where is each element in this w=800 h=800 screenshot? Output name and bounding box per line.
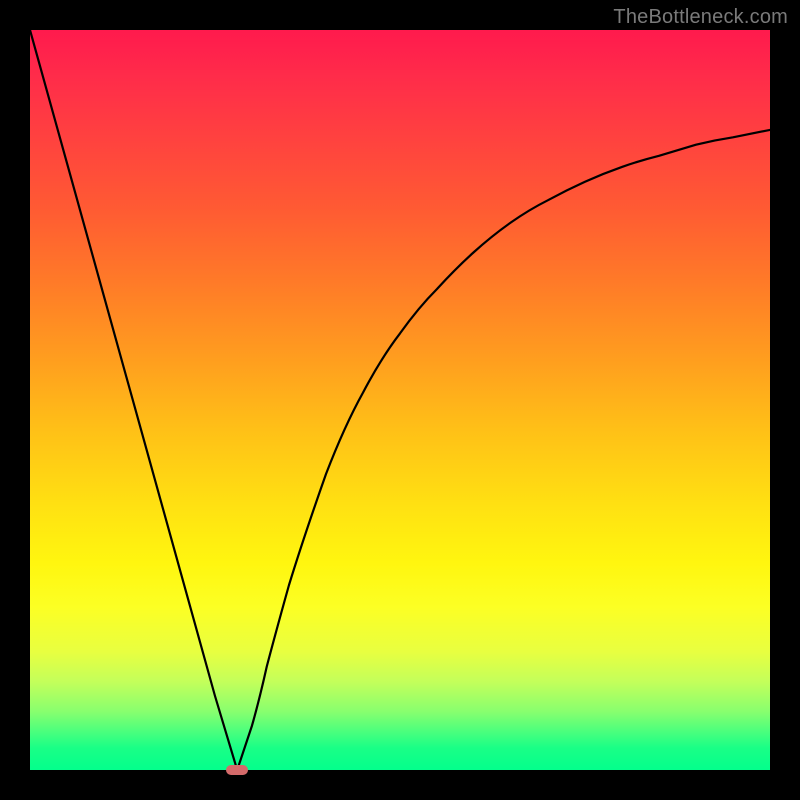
chart-container: TheBottleneck.com <box>0 0 800 800</box>
curve-svg <box>30 30 770 770</box>
watermark-text: TheBottleneck.com <box>613 6 788 29</box>
optimal-marker <box>226 765 248 775</box>
bottleneck-curve <box>30 30 770 770</box>
plot-area <box>30 30 770 770</box>
